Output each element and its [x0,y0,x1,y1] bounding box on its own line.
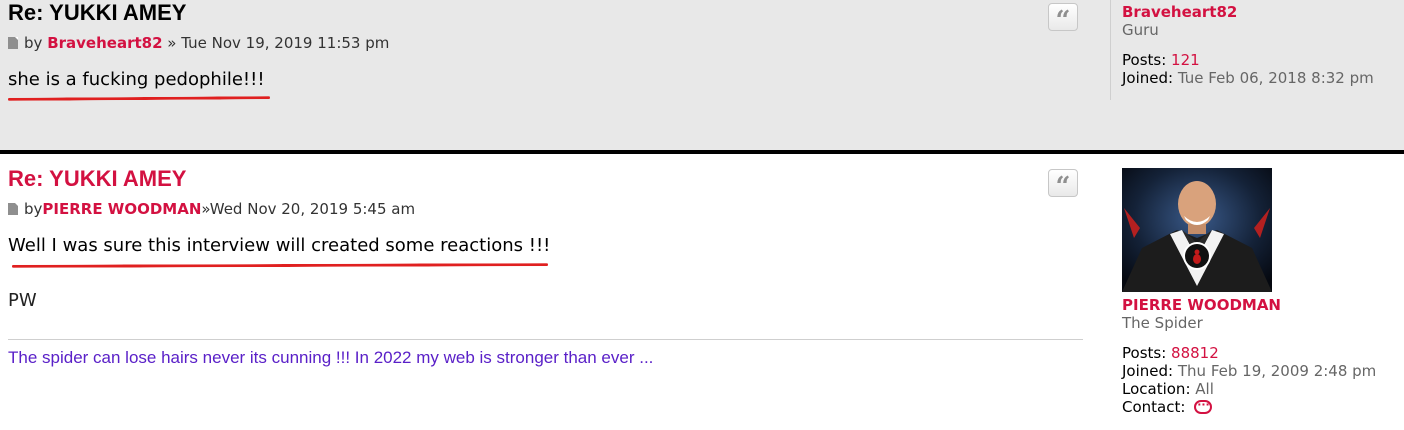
post-file-icon[interactable] [8,37,18,49]
profile-divider [1110,0,1111,100]
post-timestamp: Wed Nov 20, 2019 5:45 am [209,200,416,218]
joined-date: Thu Feb 19, 2009 2:48 pm [1177,362,1377,380]
contact-label: Contact: [1122,398,1186,416]
location-label: Location: [1122,380,1191,398]
post-braveheart82: Re: YUKKI AMEY by Braveheart82 » Tue Nov… [0,0,1404,150]
post-pierre-woodman: Re: YUKKI AMEY byPIERRE WOODMAN»Wed Nov … [0,154,1404,430]
quote-button[interactable]: “ [1048,3,1078,36]
profile-username-link[interactable]: PIERRE WOODMAN [1122,296,1376,314]
meta-separator: » [201,200,210,218]
contact-chat-icon[interactable] [1194,396,1213,414]
post-meta: byPIERRE WOODMAN»Wed Nov 20, 2019 5:45 a… [8,200,415,218]
joined-date: Tue Feb 06, 2018 8:32 pm [1177,69,1374,87]
avatar-image [1122,168,1272,292]
profile-username-link[interactable]: Braveheart82 [1122,3,1374,21]
joined-label: Joined: [1122,362,1174,380]
post-content: Well I was sure this interview will crea… [8,235,551,256]
post-signature: The spider can lose hairs never its cunn… [8,348,654,367]
post-title[interactable]: Re: YUKKI AMEY [8,1,186,25]
meta-separator: » [162,34,182,52]
posts-count-link[interactable]: 121 [1171,51,1200,69]
posts-count-link[interactable]: 88812 [1171,344,1219,362]
posts-label: Posts: [1122,51,1167,69]
signature-divider [8,339,1083,340]
post-author-link[interactable]: Braveheart82 [47,34,162,52]
post-author-link[interactable]: PIERRE WOODMAN [42,200,201,218]
by-label: by [24,34,43,52]
post-content: she is a fucking pedophile!!! [8,69,265,90]
profile-rank: Guru [1122,21,1159,39]
post-profile: Braveheart82 Guru Posts: 121 Joined: Tue… [1122,3,1374,87]
annotation-underline [11,263,549,268]
quote-button[interactable]: “ [1048,169,1078,202]
avatar[interactable] [1122,168,1272,292]
post-timestamp: Tue Nov 19, 2019 11:53 pm [181,34,390,52]
post-title[interactable]: Re: YUKKI AMEY [8,167,186,191]
profile-rank: The Spider [1122,314,1203,332]
annotation-underline [7,96,271,101]
post-profile: PIERRE WOODMAN The Spider Posts: 88812 J… [1122,168,1376,416]
post-content-signoff: PW [8,290,37,311]
by-label: by [24,200,43,218]
posts-label: Posts: [1122,344,1167,362]
post-meta: by Braveheart82 » Tue Nov 19, 2019 11:53… [8,34,389,52]
post-file-icon[interactable] [8,203,18,215]
joined-label: Joined: [1122,69,1174,87]
